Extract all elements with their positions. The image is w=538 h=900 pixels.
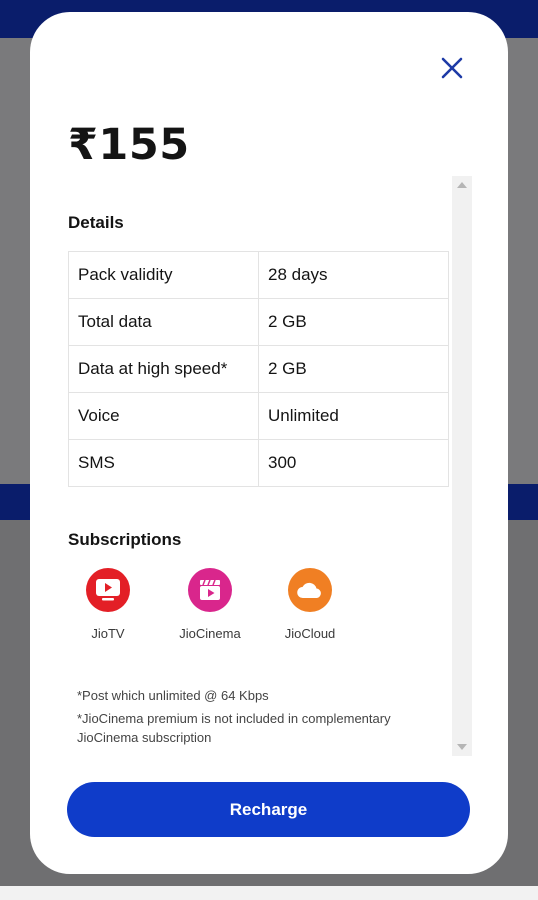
table-row: Total data 2 GB: [68, 298, 449, 346]
scroll-down-arrow-icon[interactable]: [457, 744, 467, 750]
footnote-jiocinema: *JioCinema premium is not included in co…: [77, 711, 391, 745]
table-row: Pack validity 28 days: [68, 251, 449, 299]
subscription-jiocloud: JioCloud: [262, 568, 358, 641]
subscription-label: JioCinema: [179, 626, 241, 641]
recharge-button[interactable]: Recharge: [67, 782, 470, 837]
footnote-data-speed: *Post which unlimited @ 64 Kbps: [77, 688, 269, 703]
plan-details-modal: ₹155 Details Pack validity 28 days Total…: [30, 12, 508, 874]
detail-value: 300: [258, 439, 449, 487]
detail-label: Voice: [68, 392, 259, 440]
detail-value: 28 days: [258, 251, 449, 299]
subscription-jiocinema: JioCinema: [162, 568, 258, 641]
detail-value: 2 GB: [258, 298, 449, 346]
detail-label: SMS: [68, 439, 259, 487]
detail-value: 2 GB: [258, 345, 449, 393]
table-row: Data at high speed* 2 GB: [68, 345, 449, 393]
background-footer: [0, 886, 538, 900]
detail-label: Total data: [68, 298, 259, 346]
clapperboard-icon: [188, 568, 232, 612]
detail-value: Unlimited: [258, 392, 449, 440]
subscription-label: JioCloud: [284, 626, 336, 641]
plan-price: ₹155: [68, 120, 190, 170]
tv-icon: [86, 568, 130, 612]
close-icon[interactable]: [438, 54, 466, 82]
subscription-jiotv: JioTV: [68, 568, 156, 641]
details-heading: Details: [68, 213, 124, 232]
detail-label: Data at high speed*: [68, 345, 259, 393]
subscriptions-heading: Subscriptions: [68, 530, 182, 549]
scroll-up-arrow-icon[interactable]: [457, 182, 467, 188]
detail-label: Pack validity: [68, 251, 259, 299]
table-row: SMS 300: [68, 439, 449, 487]
subscription-label: JioTV: [91, 626, 125, 641]
plan-details-scroll-area[interactable]: Details Pack validity 28 days Total data…: [68, 176, 472, 756]
table-row: Voice Unlimited: [68, 392, 449, 440]
subscriptions-list: JioTV JioCinema JioCloud: [68, 568, 448, 658]
details-table: Pack validity 28 days Total data 2 GB Da…: [68, 251, 449, 487]
scrollbar[interactable]: [452, 176, 472, 756]
cloud-icon: [288, 568, 332, 612]
